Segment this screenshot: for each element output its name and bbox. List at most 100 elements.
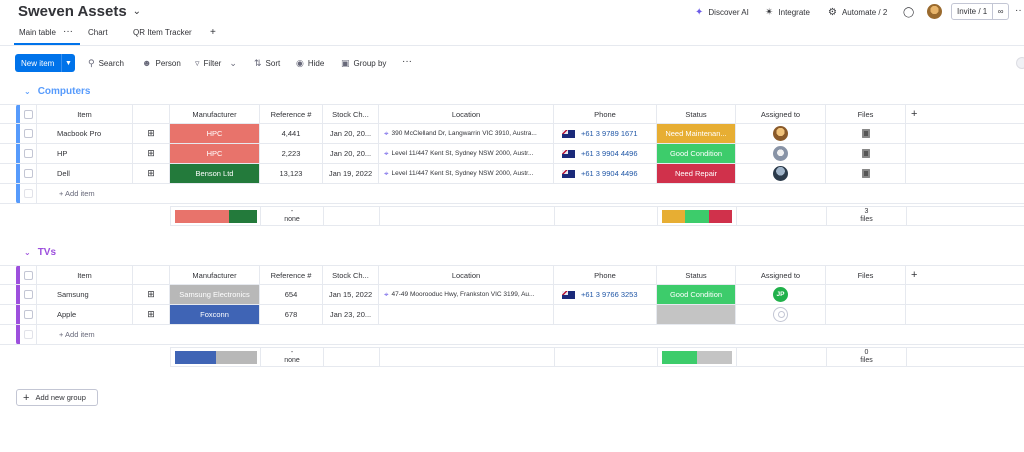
group-by-button[interactable]: ▣ Group by (341, 58, 386, 69)
column-header-reference[interactable]: Reference # (260, 105, 323, 123)
reference-cell[interactable]: 4,441 (260, 124, 323, 143)
checkbox[interactable] (23, 290, 33, 299)
file-thumbnail-icon[interactable] (861, 169, 870, 178)
group-title[interactable]: ⌄ Computers (24, 86, 91, 97)
column-header-manufacturer[interactable]: Manufacturer (170, 105, 260, 123)
manufacturer-cell[interactable]: Foxconn (170, 305, 260, 324)
hide-button[interactable]: ◉ Hide (296, 58, 324, 69)
row-checkbox-cell[interactable] (20, 124, 37, 143)
add-update-icon[interactable]: ⊞ (147, 148, 155, 159)
status-cell[interactable] (657, 305, 736, 324)
panel-toggle-handle[interactable] (1016, 57, 1024, 69)
phone-cell[interactable]: +61 3 9766 3253 (554, 285, 657, 304)
discover-ai-button[interactable]: ✦ Discover AI (695, 4, 749, 20)
column-header-item[interactable]: Item (37, 266, 133, 284)
column-header-status[interactable]: Status (657, 105, 736, 123)
add-update-icon[interactable]: ⊞ (147, 309, 155, 320)
reference-cell[interactable]: 678 (260, 305, 323, 324)
tab-chart[interactable]: Chart (88, 28, 108, 37)
add-item-input[interactable]: + Add item (37, 325, 1024, 344)
reference-cell[interactable]: 13,123 (260, 164, 323, 183)
manufacturer-cell[interactable]: Samsung Electronics (170, 285, 260, 304)
updates-cell[interactable]: ⊞ (133, 164, 170, 183)
add-item-row[interactable]: + Add item (0, 184, 1024, 204)
phone-cell[interactable]: +61 3 9904 4496 (554, 144, 657, 163)
user-avatar[interactable] (927, 4, 942, 19)
link-icon[interactable]: ∞ (993, 7, 1008, 16)
add-column-button[interactable]: + (906, 105, 1024, 123)
location-cell[interactable]: ⌖ Level 11/447 Kent St, Sydney NSW 2000, … (379, 164, 554, 183)
add-update-icon[interactable]: ⊞ (147, 289, 155, 300)
location-cell[interactable] (379, 305, 554, 324)
phone-cell[interactable] (554, 305, 657, 324)
checkbox[interactable] (23, 129, 33, 138)
column-header-stock[interactable]: Stock Ch... (323, 266, 379, 284)
column-header-phone[interactable]: Phone (554, 266, 657, 284)
checkbox[interactable] (23, 270, 33, 280)
column-header-location[interactable]: Location (379, 266, 554, 284)
status-distribution-bar[interactable] (662, 209, 732, 223)
assigned-to-cell[interactable] (736, 164, 826, 183)
checkbox[interactable] (23, 109, 33, 119)
row-checkbox-cell[interactable] (20, 164, 37, 183)
manufacturer-cell[interactable]: HPC (170, 144, 260, 163)
stock-check-date-cell[interactable]: Jan 20, 20... (323, 144, 379, 163)
manufacturer-distribution-bar[interactable] (174, 350, 257, 364)
assigned-to-cell[interactable] (736, 124, 826, 143)
file-thumbnail-icon[interactable] (861, 149, 870, 158)
column-header-status[interactable]: Status (657, 266, 736, 284)
add-column-button[interactable]: + (906, 266, 1024, 284)
tab-main-table[interactable]: Main table (19, 28, 56, 37)
table-row[interactable]: Samsung ⊞ Samsung Electronics 654 Jan 15, 20… (0, 285, 1024, 305)
table-row[interactable]: HP ⊞ HPC 2,223 Jan 20, 20... ⌖ Level 11/447 Ke… (0, 144, 1024, 164)
table-row[interactable]: Macbook Pro ⊞ HPC 4,441 Jan 20, 20... ⌖ 390 Mc… (0, 124, 1024, 144)
column-header-files[interactable]: Files (826, 266, 906, 284)
item-name-cell[interactable]: Macbook Pro (37, 124, 133, 143)
more-options-icon[interactable]: ·· (1015, 5, 1022, 16)
column-header-files[interactable]: Files (826, 105, 906, 123)
item-name-cell[interactable]: Apple (37, 305, 133, 324)
new-item-button[interactable]: New item ▼ (15, 54, 75, 72)
reference-cell[interactable]: 2,223 (260, 144, 323, 163)
files-cell[interactable] (826, 285, 906, 304)
chevron-down-icon[interactable]: ⌄ (24, 87, 31, 96)
more-toolbar-icon[interactable]: ··· (402, 56, 412, 67)
invite-button[interactable]: Invite / 1 ∞ (951, 3, 1009, 20)
stock-check-date-cell[interactable]: Jan 15, 2022 (323, 285, 379, 304)
chevron-down-icon[interactable]: ▼ (61, 54, 75, 72)
row-checkbox-cell[interactable] (20, 305, 37, 324)
row-checkbox-cell[interactable] (20, 285, 37, 304)
updates-cell[interactable]: ⊞ (133, 144, 170, 163)
add-view-icon[interactable]: + (210, 27, 216, 38)
column-header-reference[interactable]: Reference # (260, 266, 323, 284)
automate-button[interactable]: ⚙ Automate / 2 (828, 4, 887, 20)
column-header-manufacturer[interactable]: Manufacturer (170, 266, 260, 284)
phone-cell[interactable]: +61 3 9789 1671 (554, 124, 657, 143)
status-cell[interactable]: Need Maintenan... (657, 124, 736, 143)
checkbox[interactable] (23, 310, 33, 319)
column-header-assigned[interactable]: Assigned to (736, 105, 826, 123)
stock-check-date-cell[interactable]: Jan 20, 20... (323, 124, 379, 143)
table-row[interactable]: Apple ⊞ Foxconn 678 Jan 23, 20... (0, 305, 1024, 325)
stock-check-date-cell[interactable]: Jan 19, 2022 (323, 164, 379, 183)
stock-check-date-cell[interactable]: Jan 23, 20... (323, 305, 379, 324)
select-all-checkbox[interactable] (20, 266, 37, 284)
column-header-assigned[interactable]: Assigned to (736, 266, 826, 284)
item-name-cell[interactable]: Samsung (37, 285, 133, 304)
files-cell[interactable] (826, 124, 906, 143)
manufacturer-cell[interactable]: Benson Ltd (170, 164, 260, 183)
add-item-input[interactable]: + Add item (37, 184, 1024, 203)
location-cell[interactable]: ⌖ 390 McClelland Dr, Langwarrin VIC 3910,… (379, 124, 554, 143)
files-cell[interactable] (826, 144, 906, 163)
status-cell[interactable]: Good Condition (657, 285, 736, 304)
group-title[interactable]: ⌄ TVs (24, 247, 56, 258)
status-cell[interactable]: Need Repair (657, 164, 736, 183)
column-header-location[interactable]: Location (379, 105, 554, 123)
chevron-down-icon[interactable]: ⌄ (229, 58, 237, 69)
files-cell[interactable] (826, 164, 906, 183)
item-name-cell[interactable]: HP (37, 144, 133, 163)
tab-qr-item-tracker[interactable]: QR Item Tracker (133, 28, 192, 37)
location-cell[interactable]: ⌖ Level 11/447 Kent St, Sydney NSW 2000, … (379, 144, 554, 163)
updates-cell[interactable]: ⊞ (133, 305, 170, 324)
sort-button[interactable]: ⇅ Sort (254, 58, 280, 69)
